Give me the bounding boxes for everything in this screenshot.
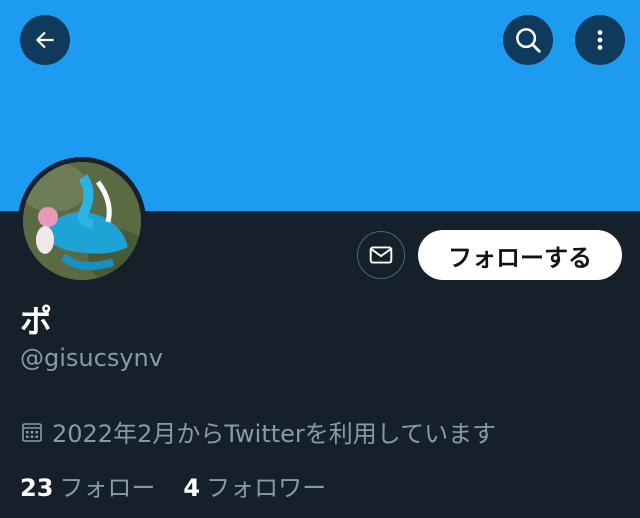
joined-date-text: 2022年2月からTwitterを利用しています: [52, 420, 497, 448]
search-icon: [516, 28, 541, 53]
more-options-button[interactable]: [575, 15, 625, 65]
following-count: 23: [20, 474, 54, 502]
message-button[interactable]: [357, 231, 405, 279]
avatar[interactable]: [18, 157, 146, 285]
followers-count: 4: [183, 474, 201, 502]
follow-button[interactable]: フォローする: [418, 230, 622, 280]
envelope-icon: [369, 246, 393, 264]
following-link[interactable]: 23 フォロー: [20, 468, 155, 503]
back-button[interactable]: [20, 15, 70, 65]
more-vertical-icon: [597, 30, 603, 50]
search-button[interactable]: [503, 15, 553, 65]
display-name: ポ: [20, 302, 53, 340]
follow-stats: 23 フォロー 4 フォロワー: [20, 468, 326, 503]
calendar-icon: [22, 422, 42, 442]
joined-date: 2022年2月からTwitterを利用しています: [20, 414, 496, 449]
followers-link[interactable]: 4 フォロワー: [183, 468, 326, 503]
following-label: フォロー: [59, 474, 156, 502]
avatar-image: [23, 162, 141, 280]
arrow-left-icon: [35, 31, 54, 49]
username-handle: @gisucsynv: [20, 344, 163, 372]
followers-label: フォロワー: [206, 474, 327, 502]
